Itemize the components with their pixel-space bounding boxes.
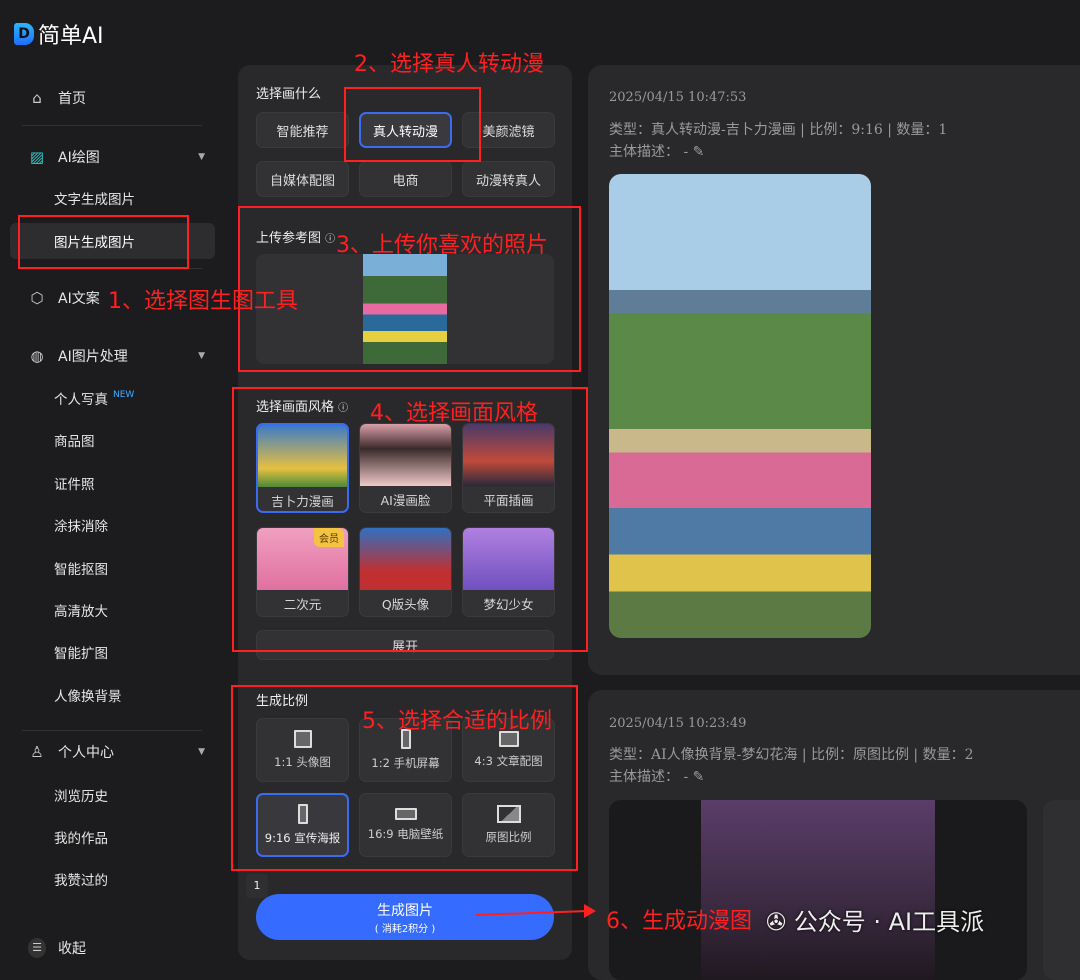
divider <box>22 125 202 126</box>
watermark: ✇ 公众号 · AI工具派 <box>766 908 985 936</box>
option-button[interactable]: 智能推荐 <box>256 112 349 148</box>
sidebar-item-ai-image-proc[interactable]: ◍ AI图片处理 ▼ <box>10 338 215 374</box>
result-image[interactable] <box>1043 800 1080 980</box>
result-desc: 主体描述： - ✎ <box>609 769 705 785</box>
sidebar-item-home[interactable]: ⌂ 首页 <box>10 80 215 116</box>
generate-button[interactable]: 生成图片 ( 消耗2积分 ) <box>256 894 554 940</box>
sidebar-item-proc[interactable]: 人像换背景 <box>10 677 215 713</box>
sidebar-item-proc[interactable]: 智能扩图 <box>10 634 215 670</box>
annotation-3: 3、上传你喜欢的照片 <box>336 233 548 258</box>
collapse-button[interactable]: ☰ 收起 <box>10 930 215 966</box>
sidebar-item-liked[interactable]: 我赞过的 <box>10 861 215 897</box>
sidebar-item-proc[interactable]: 涂抹消除 <box>10 507 215 543</box>
new-badge: NEW <box>113 390 135 400</box>
sidebar-item-ai-draw[interactable]: ▨ AI绘图 ▼ <box>10 139 215 175</box>
option-button[interactable]: 动漫转真人 <box>462 161 555 197</box>
ai-icon: ⬡ <box>30 289 44 307</box>
edit-icon[interactable]: ✎ <box>693 769 705 785</box>
result-time: 2025/04/15 10:23:49 <box>609 716 747 731</box>
chevron-down-icon: ▼ <box>198 351 205 361</box>
home-icon: ⌂ <box>32 89 42 107</box>
count-indicator[interactable]: 1 <box>246 874 268 898</box>
annotation-5: 5、选择合适的比例 <box>362 709 552 734</box>
annotation-box <box>18 215 189 269</box>
result-image[interactable] <box>609 174 871 638</box>
annotation-2: 2、选择真人转动漫 <box>354 52 544 77</box>
result-image[interactable] <box>609 800 1027 980</box>
annotation-6: 6、生成动漫图 <box>606 909 752 934</box>
option-button[interactable]: 自媒体配图 <box>256 161 349 197</box>
sidebar-item-personal[interactable]: ♙ 个人中心 ▼ <box>10 734 215 770</box>
sidebar-item-works[interactable]: 我的作品 <box>10 819 215 855</box>
result-type: 类型：AI人像换背景-梦幻花海 | 比例：原图比例 | 数量：2 <box>609 747 974 763</box>
app-logo[interactable]: D 简单AI <box>14 18 104 50</box>
wechat-icon: ✇ <box>766 908 787 936</box>
sidebar-item-proc[interactable]: 高清放大 <box>10 592 215 628</box>
user-icon: ♙ <box>30 743 44 761</box>
sidebar-item-proc[interactable]: 商品图 <box>10 422 215 458</box>
result-card: 2025/04/15 10:47:53 类型：真人转动漫-吉卜力漫画 | 比例：… <box>588 65 1080 675</box>
option-button[interactable]: 电商 <box>359 161 452 197</box>
sidebar-item-history[interactable]: 浏览历史 <box>10 777 215 813</box>
edit-icon[interactable]: ✎ <box>693 144 705 160</box>
chevron-down-icon: ▼ <box>198 152 205 162</box>
arrow-head-icon <box>584 904 596 918</box>
sidebar-item-proc[interactable]: 证件照 <box>10 465 215 501</box>
divider <box>22 730 202 731</box>
annotation-box <box>344 87 481 162</box>
palette-icon: ◍ <box>30 347 44 365</box>
section-label-what: 选择画什么 <box>256 87 322 102</box>
annotation-4: 4、选择画面风格 <box>370 401 538 426</box>
sidebar-item-proc[interactable]: 智能抠图 <box>10 550 215 586</box>
result-desc: 主体描述： - ✎ <box>609 144 705 160</box>
chevron-down-icon: ▼ <box>198 747 205 757</box>
image-icon: ▨ <box>29 148 45 166</box>
collapse-icon: ☰ <box>28 938 46 958</box>
sidebar-item-text-to-image[interactable]: 文字生成图片 <box>10 180 215 216</box>
result-time: 2025/04/15 10:47:53 <box>609 90 747 105</box>
result-type: 类型：真人转动漫-吉卜力漫画 | 比例：9:16 | 数量：1 <box>609 122 948 138</box>
